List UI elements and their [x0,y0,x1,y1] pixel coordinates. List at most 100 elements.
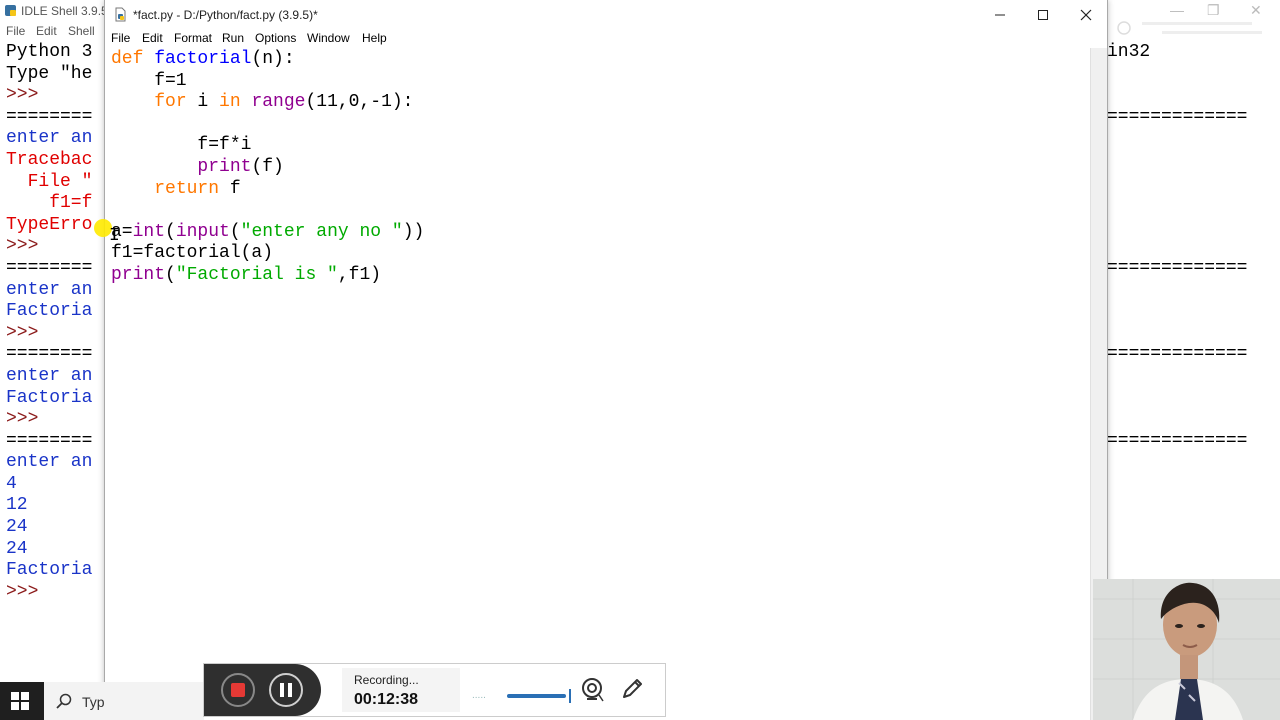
shell-line: enter an [6,365,93,386]
code-token: factorial [154,49,252,69]
shell-line-right [1107,409,1247,431]
volume-slider-handle[interactable] [569,689,571,703]
menu-help[interactable]: Help [362,31,387,45]
shell-line: File " [6,171,93,192]
python-icon [5,5,16,16]
shell-line: ======== [6,257,93,278]
shell-minimize-button[interactable]: — [1170,2,1184,18]
shell-line: 4 [6,473,17,494]
shell-line: ======== [6,106,93,127]
shell-line-right [1107,236,1247,258]
pause-recording-button[interactable] [269,673,303,707]
shell-line-right [1107,323,1247,345]
windows-start-icon[interactable] [11,692,29,710]
stop-recording-button[interactable] [221,673,255,707]
audio-level-dots: ..... [472,690,486,701]
code-token: ( [165,221,176,242]
menu-format[interactable]: Format [174,31,212,45]
code-token: print [111,264,166,285]
stop-icon [231,683,245,697]
shell-restore-button[interactable]: ❐ [1207,2,1220,19]
shell-line-right [1107,193,1247,215]
code-line[interactable]: print("Factorial is ",f1) [111,265,424,287]
shell-line: Factoria [6,560,93,581]
code-line[interactable]: def factorial(n): [111,49,424,71]
pen-annotation-icon[interactable] [620,677,644,701]
code-line[interactable]: print(f) [111,157,424,179]
code-line[interactable]: for i in range(11,0,-1): [111,92,424,114]
maximize-button[interactable] [1021,0,1065,30]
shell-line-right: ============= [1107,106,1248,127]
webcam-presenter-video [1093,579,1280,720]
code-line[interactable]: a=int(input("enter any no ")) [111,222,424,244]
menu-run[interactable]: Run [222,31,244,45]
shell-line: enter an [6,128,93,149]
code-line[interactable]: f=1 [111,71,424,93]
code-line[interactable] [111,200,424,222]
shell-line: Tracebac [6,149,93,170]
code-token: f=f*i [111,135,252,156]
webcam-icon[interactable] [579,677,605,703]
code-text[interactable]: def factorial(n): f=1 for i in range(11,… [111,49,424,287]
shell-line: enter an [6,279,93,300]
shell-line-right [1107,215,1247,237]
close-button[interactable] [1064,0,1108,30]
shell-line-right [1107,150,1247,172]
shell-line-right [1107,172,1247,194]
shell-title: IDLE Shell 3.9.5 [21,4,108,18]
code-line[interactable]: return f [111,179,424,201]
taskbar: Typ [0,682,204,720]
code-line[interactable]: f=f*i [111,135,424,157]
screen-recorder-toolbar: Recording... 00:12:38 ..... [203,663,666,717]
shell-line-right [1107,64,1247,86]
code-token: (11,0,-1): [305,92,414,113]
shell-line-right [1107,85,1247,107]
code-token: )) [402,221,425,242]
code-token: in [219,92,241,113]
recording-timer: 00:12:38 [354,691,419,708]
code-token: int [132,221,166,242]
shell-line: Factoria [6,387,93,408]
code-token: ( [229,221,241,242]
python-file-icon [115,7,126,22]
menu-file[interactable]: File [111,31,130,45]
shell-line-right [1107,280,1247,302]
shell-close-button[interactable]: ✕ [1250,2,1262,19]
maximize-icon [1038,10,1048,20]
menu-options[interactable]: Options [255,31,296,45]
shell-line: Factoria [6,301,93,322]
code-line[interactable]: f1=factorial(a) [111,243,424,265]
editor-menubar: File Edit Format Run Options Window Help [105,30,1107,48]
menu-window[interactable]: Window [307,31,350,45]
audio-volume-slider[interactable] [507,689,571,703]
shell-line-right: in32 [1107,42,1151,62]
minimize-icon [995,14,1005,16]
faded-background-icons [1117,21,1262,35]
taskbar-search-box[interactable]: Typ [44,682,204,720]
editor-titlebar[interactable]: *fact.py - D:/Python/fact.py (3.9.5)* [105,0,1107,30]
recorder-controls [204,664,321,716]
minimize-button[interactable] [978,0,1022,30]
shell-line-right [1107,366,1247,388]
shell-menu-shell[interactable]: Shell [68,24,95,38]
shell-line: 12 [6,495,28,516]
shell-line: >>> [6,409,39,430]
code-token: f1=factorial(a) [111,243,274,264]
recording-info: Recording... 00:12:38 [342,668,460,712]
code-token: (n): [251,49,295,69]
shell-output[interactable]: Python 3 Type "he >>> ======== enter an Trace… [6,42,92,603]
shell-line: >>> [6,85,39,106]
code-token: ,f1) [337,264,382,285]
shell-menu-edit[interactable]: Edit [36,24,57,38]
menu-edit[interactable]: Edit [142,31,163,45]
shell-line-right: ============= [1107,257,1248,278]
shell-menu-file[interactable]: File [6,24,25,38]
pause-icon [278,683,294,697]
code-editor[interactable]: def factorial(n): f=1 for i in range(11,… [106,48,1092,720]
code-line[interactable] [111,114,424,136]
shell-line: >>> [6,322,39,343]
code-token: i [186,92,220,113]
